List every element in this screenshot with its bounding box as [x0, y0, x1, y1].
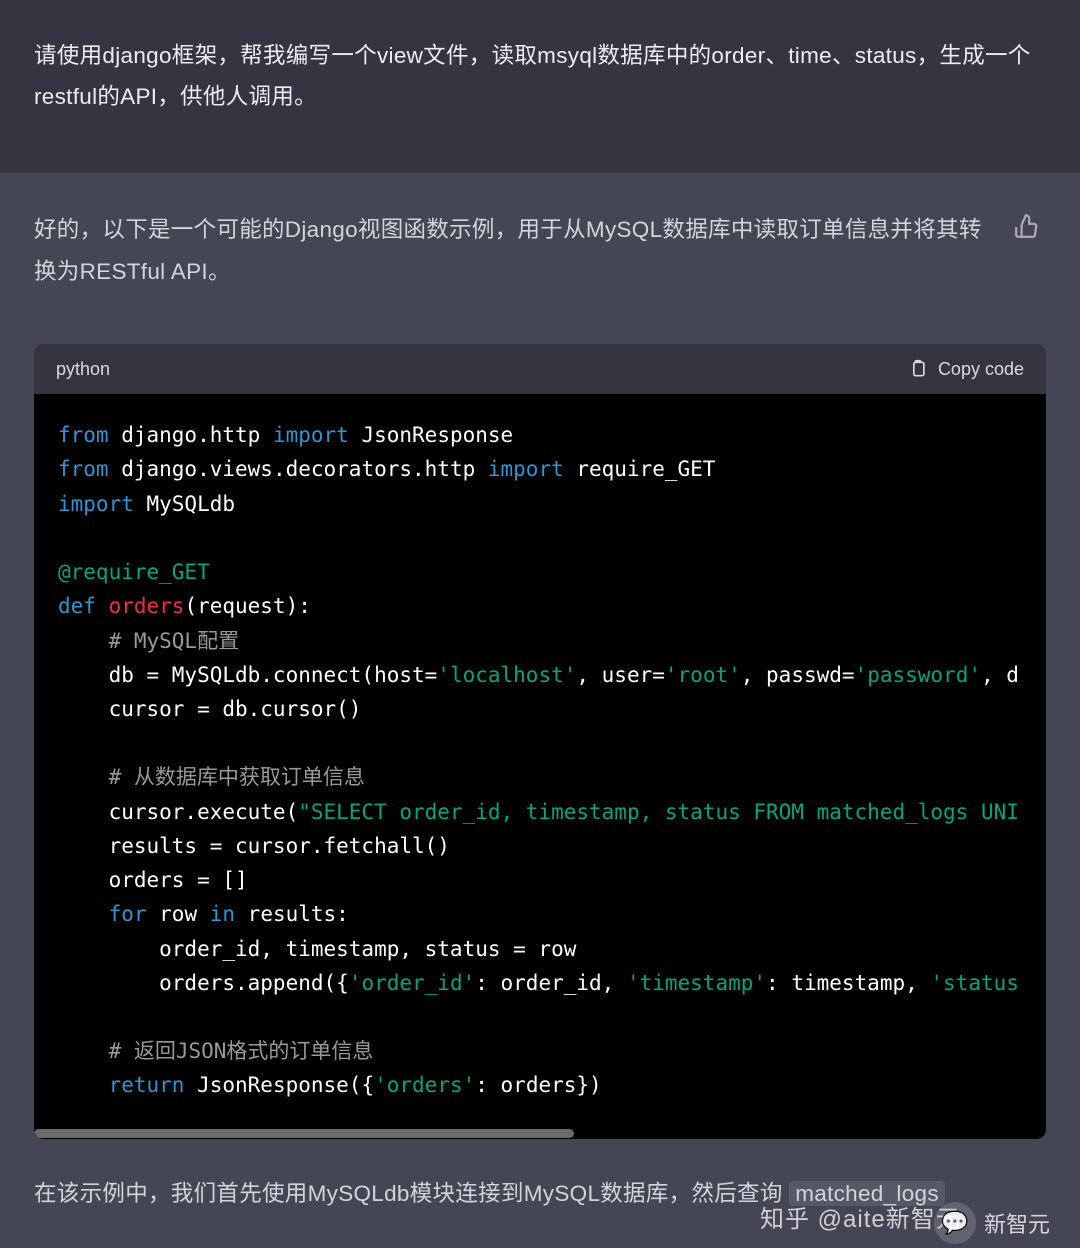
copy-code-button[interactable]: Copy code: [908, 358, 1024, 380]
clipboard-icon: [908, 358, 928, 380]
assistant-message: 好的，以下是一个可能的Django视图函数示例，用于从MySQL数据库中读取订单…: [0, 173, 1080, 312]
thumbs-up-icon[interactable]: [1014, 213, 1040, 239]
horizontal-scrollbar-thumb[interactable]: [34, 1129, 574, 1138]
zhihu-watermark: 知乎 @aite新智元: [760, 1199, 961, 1234]
code-header: python Copy code: [34, 344, 1046, 394]
code-language-label: python: [56, 359, 110, 380]
code-block: python Copy code from django.http import…: [34, 344, 1046, 1138]
assistant-intro-text: 好的，以下是一个可能的Django视图函数示例，用于从MySQL数据库中读取订单…: [34, 209, 1046, 292]
user-message: 请使用django框架，帮我编写一个view文件，读取msyql数据库中的ord…: [0, 0, 1080, 173]
user-message-text: 请使用django框架，帮我编写一个view文件，读取msyql数据库中的ord…: [34, 36, 1046, 117]
copy-code-label: Copy code: [938, 359, 1024, 380]
chat-avatar-icon: 💬: [934, 1202, 976, 1244]
code-content[interactable]: from django.http import JsonResponse fro…: [34, 394, 1046, 1126]
code-body-container: from django.http import JsonResponse fro…: [34, 394, 1046, 1138]
horizontal-scrollbar[interactable]: [34, 1127, 1046, 1139]
wechat-watermark: 💬 新智元: [934, 1202, 1050, 1244]
